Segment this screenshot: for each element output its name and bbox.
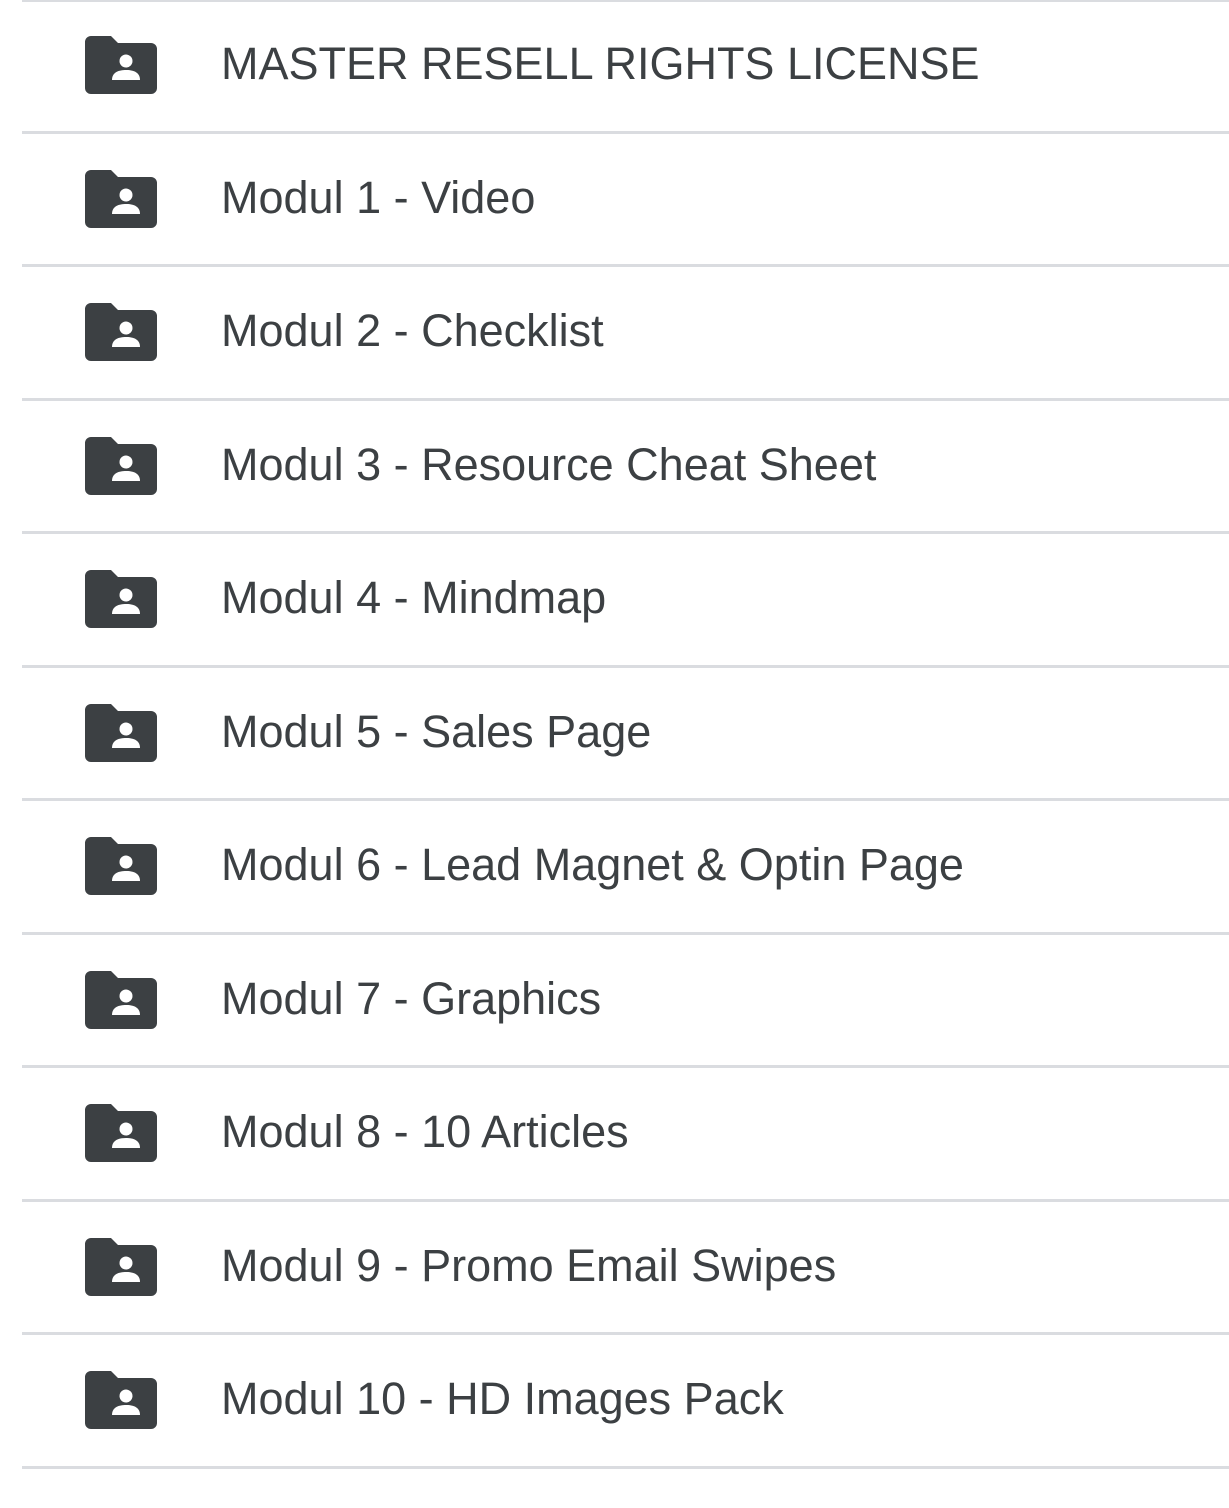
shared-folder-icon — [85, 1237, 157, 1296]
shared-folder-icon — [85, 570, 157, 629]
shared-folder-icon — [85, 303, 157, 362]
shared-folder-icon — [85, 169, 157, 228]
folder-row-modul-6[interactable]: Modul 6 - Lead Magnet & Optin Page — [22, 801, 1229, 935]
folder-name: MASTER RESELL RIGHTS LICENSE — [221, 38, 980, 90]
folder-row-modul-4[interactable]: Modul 4 - Mindmap — [22, 534, 1229, 668]
shared-folder-icon — [85, 1104, 157, 1163]
shared-folder-icon — [85, 703, 157, 762]
folder-name: Modul 1 - Video — [221, 171, 536, 223]
folder-name: Modul 7 - Graphics — [221, 972, 602, 1024]
folder-row-modul-10[interactable]: Modul 10 - HD Images Pack — [22, 1335, 1229, 1469]
folder-row-modul-7[interactable]: Modul 7 - Graphics — [22, 935, 1229, 1068]
folder-row-modul-5[interactable]: Modul 5 - Sales Page — [22, 668, 1229, 801]
folder-row-modul-1[interactable]: Modul 1 - Video — [22, 134, 1229, 267]
folder-name: Modul 4 - Mindmap — [221, 572, 607, 624]
folder-row-modul-2[interactable]: Modul 2 - Checklist — [22, 267, 1229, 401]
shared-folder-icon — [85, 970, 157, 1029]
folder-name: Modul 9 - Promo Email Swipes — [221, 1239, 837, 1291]
folder-row-modul-8[interactable]: Modul 8 - 10 Articles — [22, 1068, 1229, 1202]
folder-row-master-resell-rights-license[interactable]: MASTER RESELL RIGHTS LICENSE — [22, 0, 1229, 134]
file-list: MASTER RESELL RIGHTS LICENSE Modul 1 - V… — [0, 0, 1229, 1469]
shared-folder-icon — [85, 1371, 157, 1430]
folder-name: Modul 6 - Lead Magnet & Optin Page — [221, 839, 964, 891]
folder-name: Modul 2 - Checklist — [221, 305, 604, 357]
folder-name: Modul 5 - Sales Page — [221, 705, 652, 757]
folder-row-modul-3[interactable]: Modul 3 - Resource Cheat Sheet — [22, 401, 1229, 534]
shared-folder-icon — [85, 837, 157, 896]
folder-name: Modul 3 - Resource Cheat Sheet — [221, 438, 877, 490]
folder-row-modul-9[interactable]: Modul 9 - Promo Email Swipes — [22, 1202, 1229, 1335]
shared-folder-icon — [85, 36, 157, 95]
shared-folder-icon — [85, 436, 157, 495]
folder-name: Modul 8 - 10 Articles — [221, 1106, 629, 1158]
folder-name: Modul 10 - HD Images Pack — [221, 1373, 784, 1425]
